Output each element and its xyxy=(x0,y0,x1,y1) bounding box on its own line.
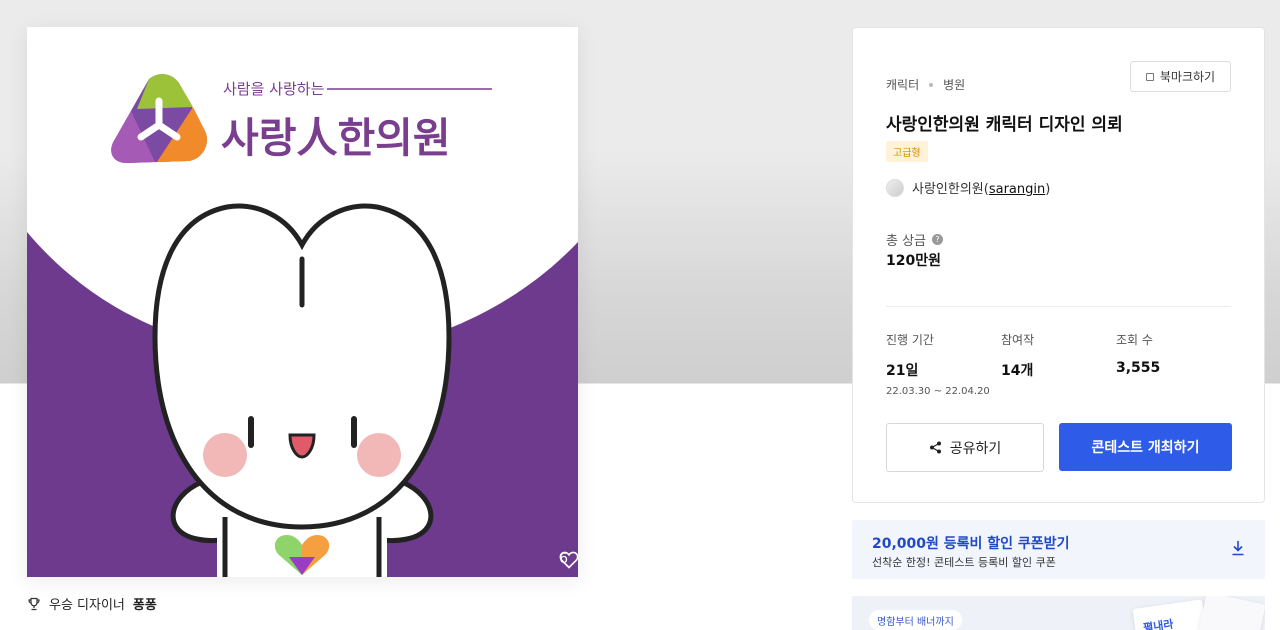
stat-label: 조회 수 xyxy=(1116,333,1153,347)
coupon-title: 20,000원 등록비 할인 쿠폰받기 xyxy=(872,536,1070,552)
stat-value: 21일 xyxy=(886,363,919,379)
stat-label: 참여작 xyxy=(1001,333,1035,347)
logo-tagline: 사람을 사랑하는 xyxy=(223,80,325,98)
contest-title: 사랑인한의원 캐릭터 디자인 의뢰 xyxy=(886,115,1123,135)
breadcrumb: 캐릭터 병원 xyxy=(886,76,965,93)
avatar[interactable] xyxy=(886,178,904,197)
stat-views: 조회 수 3,555 xyxy=(1116,331,1160,376)
host-handle-link[interactable]: sarangin xyxy=(989,182,1045,197)
trophy-icon xyxy=(28,597,40,610)
contest-info-card: 캐릭터 병원 북마크하기 사랑인한의원 캐릭터 디자인 의뢰 고급형 사랑인한의… xyxy=(852,27,1265,503)
coupon-subtitle: 선착순 한정! 콘테스트 등록비 할인 쿠폰 xyxy=(872,556,1056,569)
help-icon[interactable]: ? xyxy=(932,234,944,245)
logo-name: 사랑人한의원 xyxy=(221,114,451,162)
winner-name[interactable]: 퐁퐁 xyxy=(133,594,157,613)
divider xyxy=(886,306,1231,307)
coupon-banner[interactable]: 20,000원 등록비 할인 쿠폰받기 선착순 한정! 콘테스트 등록비 할인 … xyxy=(852,520,1265,579)
stat-entries: 참여작 14개 xyxy=(1001,331,1034,380)
promo-card-secondary xyxy=(1198,596,1265,630)
breadcrumb-separator xyxy=(929,82,934,87)
promo-tag: 명함부터 배너까지 xyxy=(869,610,962,630)
stat-value: 14개 xyxy=(1001,363,1034,379)
share-label: 공유하기 xyxy=(949,440,1002,457)
stat-value: 3,555 xyxy=(1116,360,1161,376)
download-icon[interactable] xyxy=(1231,540,1245,556)
bookmark-button[interactable]: 북마크하기 xyxy=(1130,61,1231,92)
heart-icon xyxy=(559,551,578,569)
host-info: 사랑인한의원(sarangin) xyxy=(886,178,1050,197)
grade-badge: 고급형 xyxy=(886,141,928,162)
stat-duration: 진행 기간 21일 22.03.30 ~ 22.04.20 xyxy=(886,331,990,397)
winner-designer: 우승 디자이너 퐁퐁 xyxy=(27,594,157,613)
stat-date-range: 22.03.30 ~ 22.04.20 xyxy=(886,386,990,397)
bookmark-label: 북마크하기 xyxy=(1159,70,1216,84)
host-contest-button[interactable]: 콘테스트 개최하기 xyxy=(1059,423,1232,471)
breadcrumb-category[interactable]: 캐릭터 xyxy=(886,76,919,93)
promo-card: 펼내라 xyxy=(1132,599,1208,630)
prize-label-text: 총 상금 xyxy=(886,234,927,249)
prize-label: 총 상금 ? xyxy=(886,230,944,249)
artwork-illustration: 사람을 사랑하는 사랑人한의원 xyxy=(27,27,578,577)
breadcrumb-subcategory[interactable]: 병원 xyxy=(943,76,965,93)
like-button[interactable]: 6 xyxy=(559,551,578,569)
promo-banner[interactable]: 명함부터 배너까지 펼내라 xyxy=(852,596,1265,630)
share-icon xyxy=(929,441,941,454)
winner-label: 우승 디자이너 xyxy=(49,598,125,613)
contest-artwork[interactable]: 사람을 사랑하는 사랑人한의원 6 xyxy=(27,27,578,577)
share-button[interactable]: 공유하기 xyxy=(886,423,1044,472)
host-name: 사랑인한의원 xyxy=(912,182,984,197)
prize-value: 120만원 xyxy=(886,253,941,269)
stat-label: 진행 기간 xyxy=(886,333,934,347)
bookmark-icon xyxy=(1145,72,1154,81)
